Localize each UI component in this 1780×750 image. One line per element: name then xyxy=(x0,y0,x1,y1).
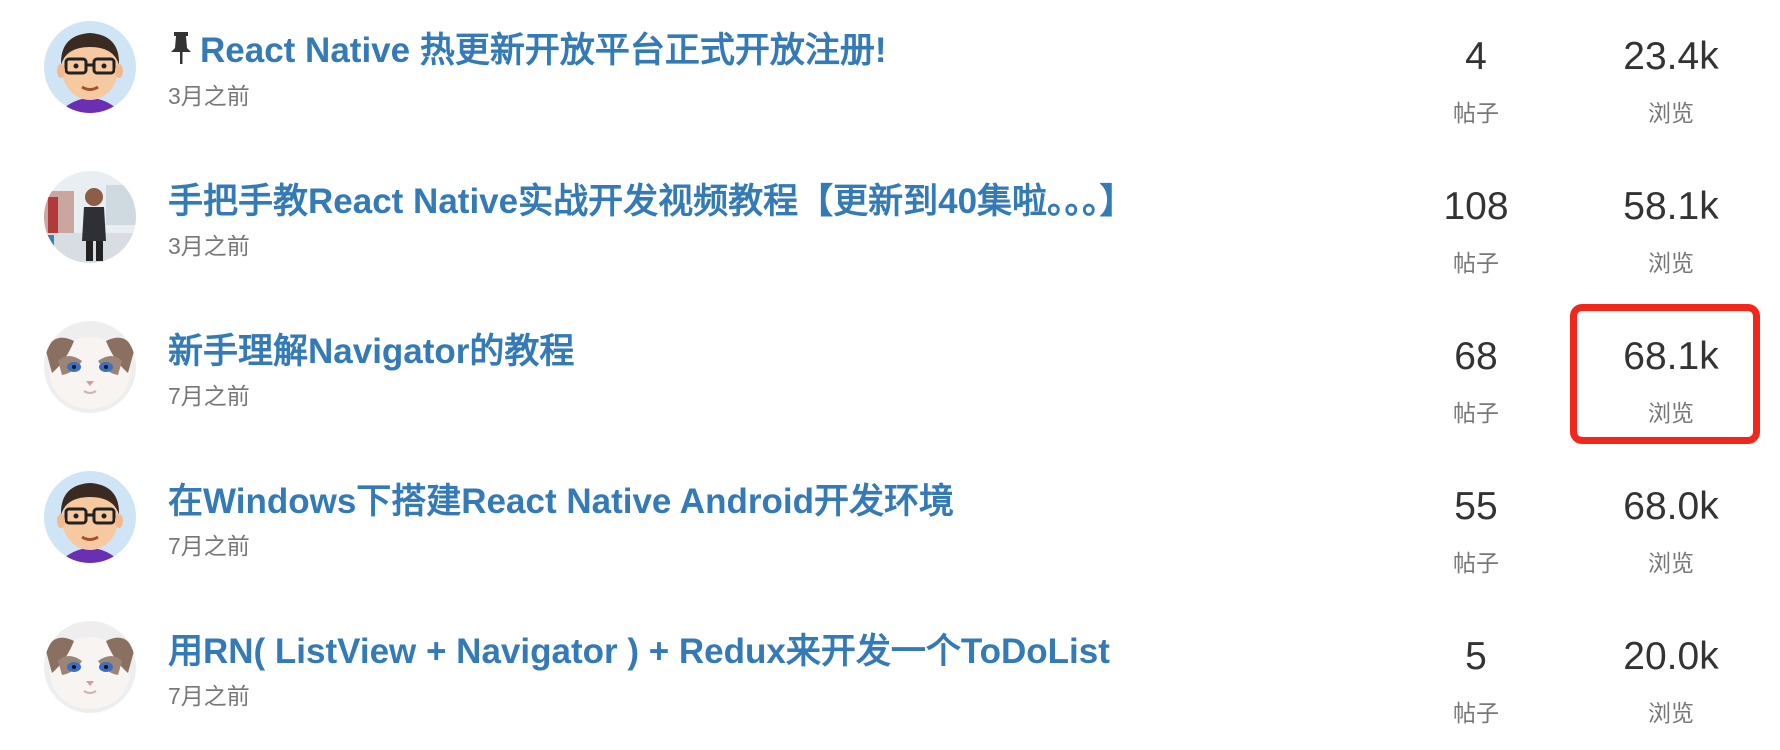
highlight-annotation-box xyxy=(1570,304,1760,444)
avatar[interactable] xyxy=(44,471,136,563)
topic-row: React Native 热更新开放平台正式开放注册! 3月之前 4 帖子 23… xyxy=(0,0,1780,150)
topic-title-text: 在Windows下搭建React Native Android开发环境 xyxy=(168,482,954,521)
topic-title-text: 新手理解Navigator的教程 xyxy=(168,332,575,371)
cartoon-glasses-avatar-image xyxy=(44,21,136,113)
topic-title-link[interactable]: 手把手教React Native实战开发视频教程【更新到40集啦。。。】 xyxy=(168,173,1135,224)
posts-label: 帖子 xyxy=(1453,700,1499,726)
posts-count: 4 xyxy=(1465,35,1487,78)
topic-list: React Native 热更新开放平台正式开放注册! 3月之前 4 帖子 23… xyxy=(0,0,1780,738)
views-label: 浏览 xyxy=(1648,100,1694,126)
topic-title-link[interactable]: 在Windows下搭建React Native Android开发环境 xyxy=(168,473,954,524)
topic-title-link[interactable]: 新手理解Navigator的教程 xyxy=(168,323,574,374)
cat-photo-avatar-image xyxy=(44,321,136,413)
posts-label: 帖子 xyxy=(1453,250,1499,276)
posts-count: 5 xyxy=(1465,635,1487,678)
topic-row: 用RN( ListView + Navigator ) + Redux来开发一个… xyxy=(0,600,1780,750)
views-count: 23.4k xyxy=(1623,35,1719,78)
topic-row: 手把手教React Native实战开发视频教程【更新到40集啦。。。】 3月之… xyxy=(0,150,1780,300)
topic-time: 7月之前 xyxy=(168,683,250,709)
topic-title-text: 用RN( ListView + Navigator ) + Redux来开发一个… xyxy=(168,632,1110,671)
pushpin-icon xyxy=(171,32,191,64)
person-photo-avatar-image xyxy=(44,171,136,263)
topic-time: 7月之前 xyxy=(168,383,250,409)
topic-row: 新手理解Navigator的教程 7月之前 68 帖子 68.1k 浏览 xyxy=(0,300,1780,450)
posts-label: 帖子 xyxy=(1453,400,1499,426)
views-count: 20.0k xyxy=(1623,635,1719,678)
views-label: 浏览 xyxy=(1648,250,1694,276)
topic-title-link[interactable]: 用RN( ListView + Navigator ) + Redux来开发一个… xyxy=(168,623,1110,674)
avatar[interactable] xyxy=(44,21,136,113)
posts-count: 68 xyxy=(1454,335,1498,378)
avatar[interactable] xyxy=(44,321,136,413)
posts-count: 55 xyxy=(1454,485,1498,528)
avatar[interactable] xyxy=(44,171,136,263)
topic-row: 在Windows下搭建React Native Android开发环境 7月之前… xyxy=(0,450,1780,600)
posts-label: 帖子 xyxy=(1453,550,1499,576)
topic-time: 3月之前 xyxy=(168,233,250,259)
topic-time: 3月之前 xyxy=(168,83,250,109)
topic-title-text: React Native 热更新开放平台正式开放注册! xyxy=(200,31,887,70)
avatar[interactable] xyxy=(44,621,136,713)
posts-label: 帖子 xyxy=(1453,100,1499,126)
views-label: 浏览 xyxy=(1648,550,1694,576)
topic-time: 7月之前 xyxy=(168,533,250,559)
cartoon-glasses-avatar-image xyxy=(44,471,136,563)
posts-count: 108 xyxy=(1443,185,1509,228)
views-count: 68.0k xyxy=(1623,485,1719,528)
cat-photo-avatar-image xyxy=(44,621,136,713)
topic-title-text: 手把手教React Native实战开发视频教程【更新到40集啦。。。】 xyxy=(168,182,1135,221)
views-label: 浏览 xyxy=(1648,700,1694,726)
topic-title-link[interactable]: React Native 热更新开放平台正式开放注册! xyxy=(168,22,886,73)
views-count: 58.1k xyxy=(1623,185,1719,228)
